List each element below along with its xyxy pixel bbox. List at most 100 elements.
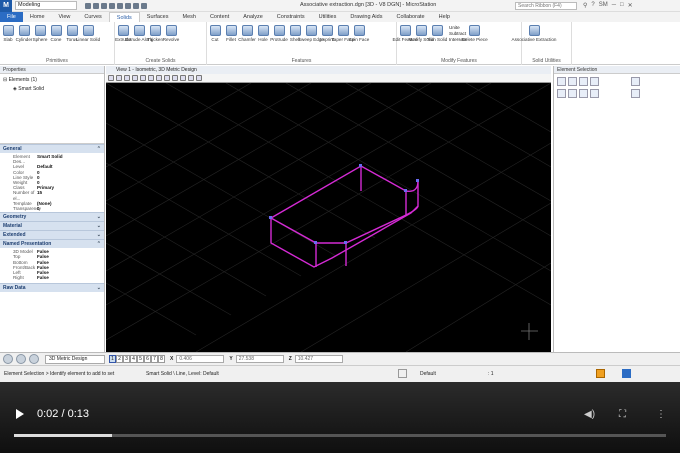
help-question-icon[interactable]: ? (591, 2, 594, 9)
extrude-along-button[interactable]: Extrude Along (125, 25, 153, 42)
model-dropdown[interactable]: 3D Metric Design (45, 354, 105, 364)
view-button-2[interactable]: 2 (116, 355, 123, 363)
minimize-icon[interactable]: ─ (612, 2, 616, 9)
fillet-button[interactable]: Fillet (224, 25, 238, 42)
view-button-4[interactable]: 4 (130, 355, 137, 363)
property-row[interactable]: Right False (0, 275, 104, 280)
cylinder-button[interactable]: Cylinder (16, 25, 32, 42)
display-style-icon[interactable] (116, 75, 122, 81)
view-button-1[interactable]: 1 (109, 355, 116, 363)
save-settings-icon[interactable] (109, 2, 115, 9)
pan-view-icon[interactable] (172, 75, 178, 81)
line-select-icon[interactable] (590, 77, 599, 86)
y-coordinate-field[interactable]: 27.538 (235, 355, 284, 363)
property-row[interactable]: Element Des... Smart Solid (0, 154, 104, 164)
update-view-icon[interactable] (124, 75, 130, 81)
tab-view[interactable]: View (52, 12, 78, 22)
home-icon[interactable] (29, 354, 39, 364)
view-next-icon[interactable] (188, 75, 194, 81)
trim-solid-button[interactable]: Trim Solid (427, 25, 447, 43)
video-progress-bar[interactable] (14, 434, 666, 437)
tab-drawing-aids[interactable]: Drawing Aids (343, 12, 389, 22)
chamfer-button[interactable]: Chamfer (238, 25, 256, 42)
revolve-button[interactable]: Revolve (163, 25, 179, 42)
property-row[interactable]: Number of el... 15 (0, 190, 104, 200)
extended-section[interactable]: Extended ⌄ (0, 230, 104, 240)
view-button-7[interactable]: 7 (151, 355, 158, 363)
rotate-view-icon[interactable] (164, 75, 170, 81)
redo-icon[interactable] (133, 2, 139, 9)
undo-icon[interactable] (125, 2, 131, 9)
invert-mode-icon[interactable] (590, 89, 599, 98)
protrude-button[interactable]: Protrude (270, 25, 288, 42)
spin-face-button[interactable]: Spin Face (349, 25, 369, 42)
window-area-icon[interactable] (148, 75, 154, 81)
view-button-5[interactable]: 5 (137, 355, 144, 363)
select-all-icon[interactable] (631, 89, 640, 98)
tab-collaborate[interactable]: Collaborate (389, 12, 431, 22)
volume-icon[interactable]: ◀) (584, 409, 595, 420)
tree-item-elements[interactable]: ⊟ Elements (1) (3, 76, 101, 85)
bentley-icon[interactable] (622, 369, 631, 378)
design-canvas[interactable] (106, 83, 551, 352)
general-section[interactable]: General ⌃ (0, 144, 104, 153)
raw-data-section[interactable]: Raw Data ⌄ (0, 283, 104, 293)
tab-analyze[interactable]: Analyze (236, 12, 270, 22)
ribbon-search-input[interactable]: Search Ribbon (F4) (515, 2, 577, 10)
tab-curves[interactable]: Curves (77, 12, 108, 22)
cone-button[interactable]: Cone (49, 25, 63, 42)
sphere-button[interactable]: Sphere (33, 25, 47, 42)
tab-content[interactable]: Content (203, 12, 236, 22)
open-icon[interactable] (93, 2, 99, 9)
shape-select-icon[interactable] (579, 77, 588, 86)
view-button-6[interactable]: 6 (144, 355, 151, 363)
named-presentation-section[interactable]: Named Presentation ⌃ (0, 239, 104, 249)
more-options-icon[interactable]: ⋮ (656, 409, 666, 420)
geometry-section[interactable]: Geometry ⌄ (0, 212, 104, 222)
sweep-edge-button[interactable]: Sweep Edge (298, 25, 324, 42)
tab-file[interactable]: File (0, 12, 23, 22)
property-row[interactable]: Transparency 0 (0, 206, 104, 211)
workspace-dropdown[interactable]: Modeling (15, 1, 77, 10)
back-icon[interactable] (3, 354, 13, 364)
tab-mesh[interactable]: Mesh (176, 12, 203, 22)
block-select-icon[interactable] (568, 77, 577, 86)
add-mode-icon[interactable] (568, 89, 577, 98)
material-section[interactable]: Material ⌄ (0, 221, 104, 231)
hole-button[interactable]: Hole (256, 25, 270, 42)
new-file-icon[interactable] (85, 2, 91, 9)
forward-icon[interactable] (16, 354, 26, 364)
view-button-3[interactable]: 3 (123, 355, 130, 363)
maximize-icon[interactable]: □ (620, 2, 624, 9)
zoom-out-icon[interactable] (140, 75, 146, 81)
app-logo-icon[interactable]: M (0, 0, 12, 12)
tab-help[interactable]: Help (432, 12, 457, 22)
x-coordinate-field[interactable]: 0.406 (176, 355, 225, 363)
pin-icon[interactable]: ⚲ (583, 2, 587, 9)
thicken-button[interactable]: Thicken (147, 25, 163, 42)
tree-item-smart-solid[interactable]: ◈ Smart Solid (3, 85, 101, 94)
slab-button[interactable]: Slab (1, 25, 15, 42)
tab-solids[interactable]: Solids (108, 12, 140, 22)
save-icon[interactable] (101, 2, 107, 9)
toggle-camera-icon[interactable] (196, 75, 202, 81)
new-mode-icon[interactable] (557, 89, 566, 98)
view-attributes-icon[interactable] (108, 75, 114, 81)
close-icon[interactable]: ✕ (628, 2, 633, 9)
play-icon[interactable] (16, 409, 24, 419)
tab-home[interactable]: Home (23, 12, 52, 22)
cut-button[interactable]: Cut (208, 25, 222, 42)
fit-view-icon[interactable] (156, 75, 162, 81)
user-avatar[interactable]: SM (599, 2, 608, 9)
fullscreen-icon[interactable]: ⛶ (619, 409, 626, 420)
delete-piece-button[interactable]: Delete Piece (462, 25, 488, 43)
tab-utilities[interactable]: Utilities (312, 12, 344, 22)
associative-extraction-button[interactable]: Associative Extraction (512, 25, 556, 42)
zoom-in-icon[interactable] (132, 75, 138, 81)
subtract-mode-icon[interactable] (579, 89, 588, 98)
view-window[interactable]: View 1 - Isometric, 3D Metric Design (106, 66, 551, 352)
clear-selection-icon[interactable] (631, 77, 640, 86)
tab-constraints[interactable]: Constraints (270, 12, 312, 22)
tab-surfaces[interactable]: Surfaces (140, 12, 176, 22)
view-previous-icon[interactable] (180, 75, 186, 81)
